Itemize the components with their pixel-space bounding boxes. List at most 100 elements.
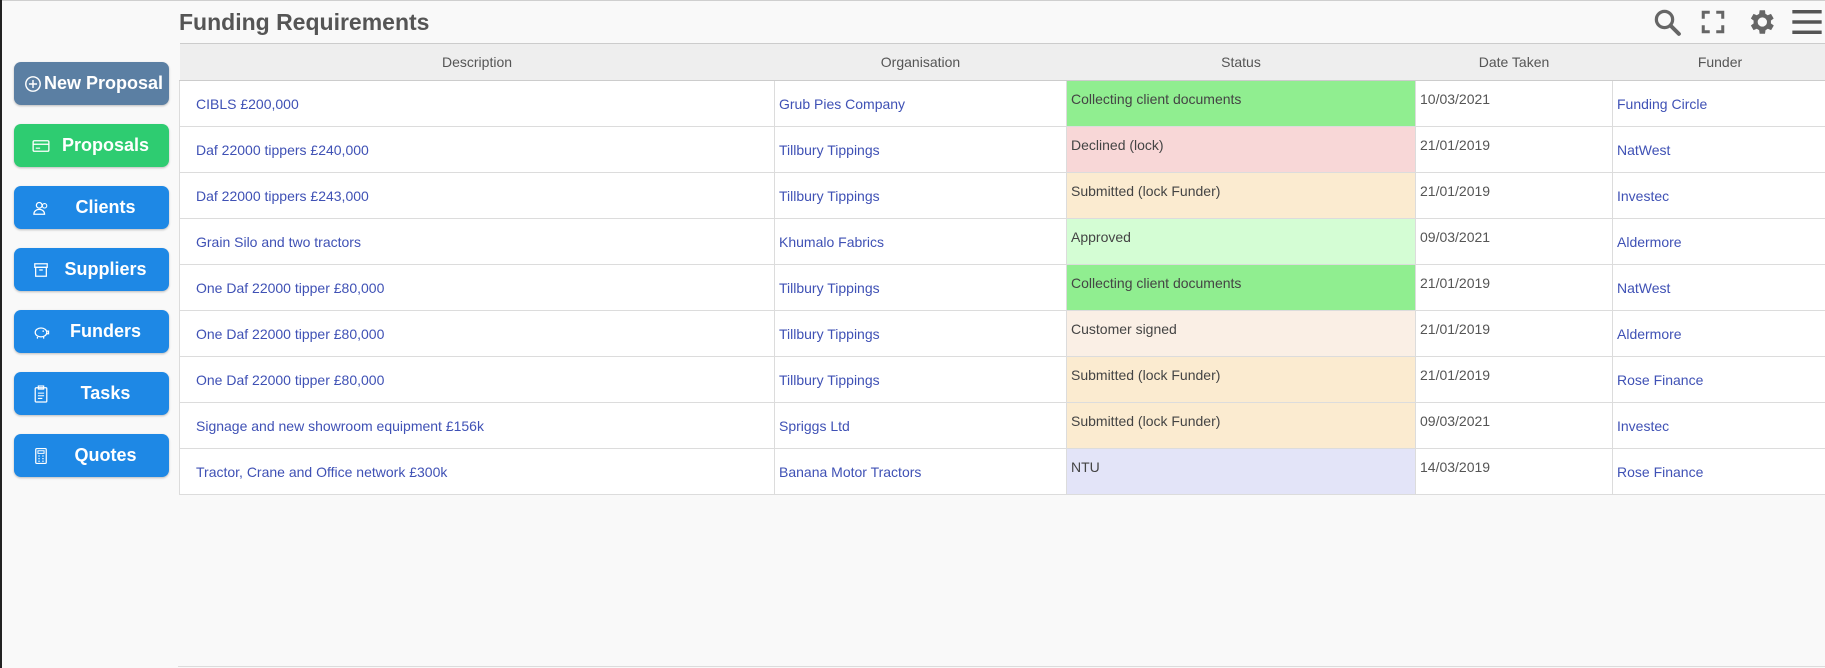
sidebar-item-clients[interactable]: Clients [14, 186, 169, 229]
funder-cell: Funding Circle [1612, 80, 1825, 127]
new-proposal-button[interactable]: New Proposal [14, 62, 169, 105]
sidebar-item-proposals[interactable]: Proposals [14, 124, 169, 167]
bottom-border [178, 666, 1825, 667]
funding-table: Description Organisation Status Date Tak… [179, 43, 1825, 495]
column-header-funder[interactable]: Funder [1612, 43, 1825, 81]
organisation-link[interactable]: Tillbury Tippings [779, 142, 880, 158]
status-cell: Collecting client documents [1066, 264, 1416, 311]
organisation-link[interactable]: Tillbury Tippings [779, 280, 880, 296]
description-link[interactable]: Signage and new showroom equipment £156k [196, 418, 484, 434]
table-header-row: Description Organisation Status Date Tak… [179, 43, 1825, 81]
box-icon [32, 261, 50, 279]
description-cell: Signage and new showroom equipment £156k [179, 402, 775, 449]
status-cell: Approved [1066, 218, 1416, 265]
description-link[interactable]: Daf 22000 tippers £243,000 [196, 188, 369, 204]
organisation-link[interactable]: Tillbury Tippings [779, 326, 880, 342]
organisation-cell: Tillbury Tippings [774, 264, 1067, 311]
description-cell: One Daf 22000 tipper £80,000 [179, 264, 775, 311]
funder-link[interactable]: Rose Finance [1617, 464, 1703, 480]
description-cell: One Daf 22000 tipper £80,000 [179, 310, 775, 357]
table-row[interactable]: CIBLS £200,000 Grub Pies Company Collectin… [179, 80, 1825, 127]
table-row[interactable]: Daf 22000 tippers £243,000 Tillbury Tippi… [179, 172, 1825, 219]
organisation-link[interactable]: Tillbury Tippings [779, 372, 880, 388]
date-cell: 09/03/2021 [1415, 402, 1613, 449]
funder-cell: Aldermore [1612, 310, 1825, 357]
sidebar-item-suppliers[interactable]: Suppliers [14, 248, 169, 291]
fullscreen-icon [1701, 10, 1725, 34]
calculator-icon [32, 447, 50, 465]
settings-button[interactable] [1745, 6, 1777, 38]
table-row[interactable]: Grain Silo and two tractors Khumalo Fabri… [179, 218, 1825, 265]
funder-link[interactable]: NatWest [1617, 280, 1670, 296]
date-cell: 21/01/2019 [1415, 356, 1613, 403]
organisation-cell: Spriggs Ltd [774, 402, 1067, 449]
search-button[interactable] [1651, 6, 1683, 38]
organisation-link[interactable]: Tillbury Tippings [779, 188, 880, 204]
description-link[interactable]: One Daf 22000 tipper £80,000 [196, 372, 384, 388]
organisation-cell: Tillbury Tippings [774, 356, 1067, 403]
sidebar-item-funders[interactable]: Funders [14, 310, 169, 353]
organisation-cell: Khumalo Fabrics [774, 218, 1067, 265]
date-cell: 10/03/2021 [1415, 80, 1613, 127]
funder-link[interactable]: Aldermore [1617, 234, 1682, 250]
users-icon [32, 199, 50, 217]
description-link[interactable]: One Daf 22000 tipper £80,000 [196, 326, 384, 342]
status-cell: Submitted (lock Funder) [1066, 172, 1416, 219]
funder-link[interactable]: NatWest [1617, 142, 1670, 158]
funder-link[interactable]: Aldermore [1617, 326, 1682, 342]
funder-cell: NatWest [1612, 126, 1825, 173]
page-title: Funding Requirements [179, 9, 430, 35]
date-cell: 21/01/2019 [1415, 172, 1613, 219]
status-cell: Declined (lock) [1066, 126, 1416, 173]
description-link[interactable]: CIBLS £200,000 [196, 96, 299, 112]
funder-link[interactable]: Rose Finance [1617, 372, 1703, 388]
search-icon [1654, 9, 1681, 36]
description-cell: Daf 22000 tippers £243,000 [179, 172, 775, 219]
menu-icon [1792, 10, 1822, 34]
table-row[interactable]: One Daf 22000 tipper £80,000 Tillbury Tip… [179, 310, 1825, 357]
table-row[interactable]: One Daf 22000 tipper £80,000 Tillbury Tip… [179, 356, 1825, 403]
organisation-link[interactable]: Spriggs Ltd [779, 418, 850, 434]
column-header-description[interactable]: Description [179, 43, 775, 81]
funder-cell: Rose Finance [1612, 356, 1825, 403]
funder-link[interactable]: Investec [1617, 188, 1669, 204]
description-link[interactable]: Daf 22000 tippers £240,000 [196, 142, 369, 158]
fullscreen-button[interactable] [1697, 6, 1729, 38]
description-cell: Daf 22000 tippers £240,000 [179, 126, 775, 173]
description-cell: One Daf 22000 tipper £80,000 [179, 356, 775, 403]
funder-cell: Rose Finance [1612, 448, 1825, 495]
funder-link[interactable]: Investec [1617, 418, 1669, 434]
sidebar-item-quotes[interactable]: Quotes [14, 434, 169, 477]
organisation-cell: Banana Motor Tractors [774, 448, 1067, 495]
date-cell: 14/03/2019 [1415, 448, 1613, 495]
sidebar-item-tasks[interactable]: Tasks [14, 372, 169, 415]
table-row[interactable]: Daf 22000 tippers £240,000 Tillbury Tippi… [179, 126, 1825, 173]
menu-button[interactable] [1791, 6, 1823, 38]
organisation-link[interactable]: Khumalo Fabrics [779, 234, 884, 250]
funder-cell: Investec [1612, 172, 1825, 219]
description-link[interactable]: Tractor, Crane and Office network £300k [196, 464, 447, 480]
description-link[interactable]: Grain Silo and two tractors [196, 234, 361, 250]
funder-link[interactable]: Funding Circle [1617, 96, 1707, 112]
column-header-date-taken[interactable]: Date Taken [1415, 43, 1613, 81]
plus-circle-icon [24, 75, 42, 93]
card-icon [32, 137, 50, 155]
organisation-cell: Grub Pies Company [774, 80, 1067, 127]
funder-cell: NatWest [1612, 264, 1825, 311]
sidebar: New Proposal Proposals Clients Suppliers… [14, 62, 169, 496]
column-header-status[interactable]: Status [1066, 43, 1416, 81]
date-cell: 21/01/2019 [1415, 310, 1613, 357]
table-row[interactable]: Signage and new showroom equipment £156k… [179, 402, 1825, 449]
date-cell: 21/01/2019 [1415, 264, 1613, 311]
clipboard-icon [32, 385, 50, 403]
status-cell: Submitted (lock Funder) [1066, 356, 1416, 403]
description-link[interactable]: One Daf 22000 tipper £80,000 [196, 280, 384, 296]
column-header-organisation[interactable]: Organisation [774, 43, 1067, 81]
table-body: CIBLS £200,000 Grub Pies Company Collectin… [179, 80, 1825, 495]
table-row[interactable]: Tractor, Crane and Office network £300k B… [179, 448, 1825, 495]
organisation-link[interactable]: Grub Pies Company [779, 96, 905, 112]
organisation-cell: Tillbury Tippings [774, 126, 1067, 173]
gear-icon [1750, 10, 1774, 34]
organisation-link[interactable]: Banana Motor Tractors [779, 464, 921, 480]
table-row[interactable]: One Daf 22000 tipper £80,000 Tillbury Tip… [179, 264, 1825, 311]
